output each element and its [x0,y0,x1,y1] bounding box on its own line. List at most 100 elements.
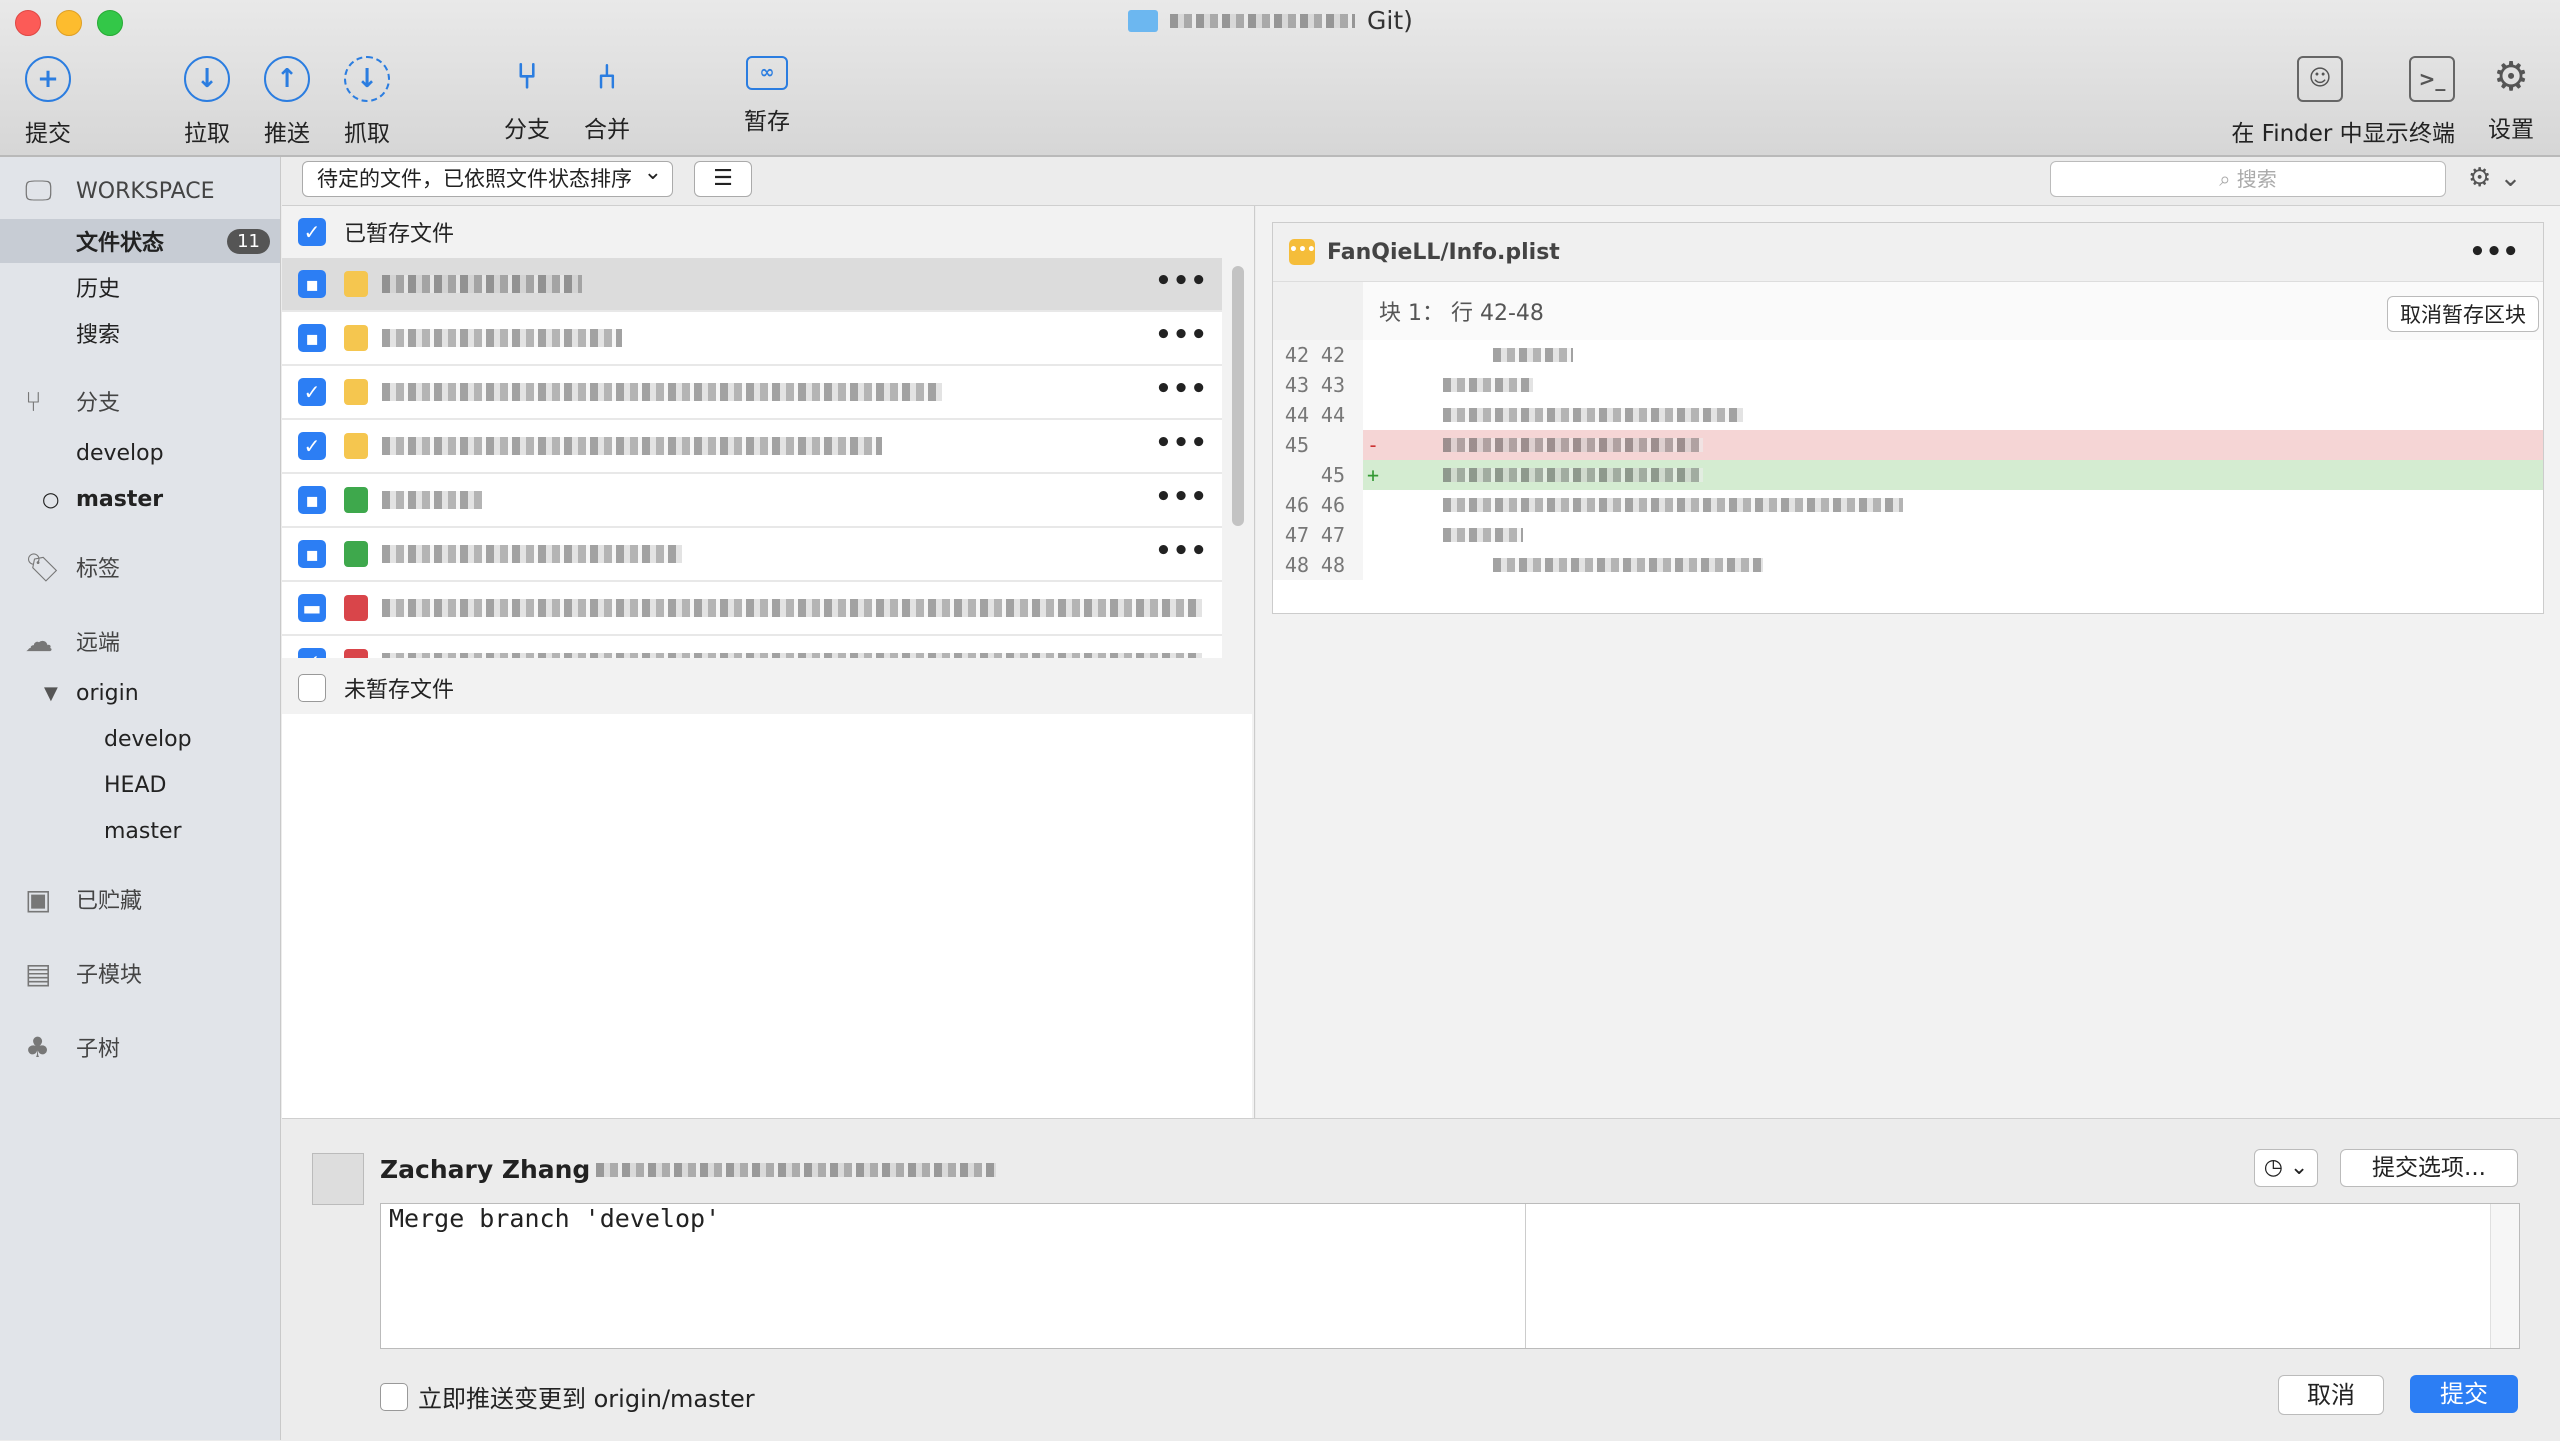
toolbar: Git) + 提交 ↓ 拉取 ↑ 推送 ↓ 抓取 ⑂ 分支 ⑃ 合并 ∞ 暂存 … [0,0,2560,157]
search-input[interactable]: ⌕ 搜索 [2050,161,2446,197]
more-options-button[interactable]: ••• [1155,482,1208,512]
diff-line-removed: 45 - [1273,430,2543,460]
minimize-window-button[interactable] [56,10,82,36]
unstaged-all-checkbox[interactable] [298,674,326,702]
more-options-button[interactable]: ••• [1155,374,1208,404]
more-options-button[interactable]: ••• [1155,536,1208,566]
sidebar-item-history[interactable]: 历史 [0,265,280,309]
disclosure-triangle-icon[interactable]: ▼ [44,683,58,704]
push-immediately-option[interactable]: 立即推送变更到 origin/master [380,1379,755,1414]
sidebar-item-origin-develop[interactable]: develop [0,717,280,761]
commit-panel: Zachary Zhang ◷ ⌄ 提交选项... Merge branch '… [282,1118,2560,1441]
file-list-scrollbar[interactable] [1232,266,1244,526]
stash-button[interactable]: ∞ 暂存 [712,56,822,136]
file-list-pane: ✓ 已暂存文件 ▪ ••• ▪ ••• ✓ ••• ✓ ••• ▪ ••• ▪ … [282,206,1255,1118]
diff-line: 44 44 [1273,400,2543,430]
sidebar-remotes-header[interactable]: ☁ 远端 [0,619,280,663]
diff-line: 48 48 [1273,550,2543,580]
show-in-finder-button[interactable]: ☺ 在 Finder 中显示 [2231,56,2409,148]
sidebar-branches-header[interactable]: ⑂ 分支 [0,379,280,423]
redacted-filename [382,437,882,455]
gear-icon: ⚙ ⌄ [2468,163,2522,193]
commit-submit-button[interactable]: 提交 [2410,1375,2518,1413]
message-scrollbar[interactable] [2490,1204,2519,1348]
file-row[interactable]: ✓ ••• [282,366,1222,420]
staged-all-checkbox[interactable]: ✓ [298,218,326,246]
fetch-button[interactable]: ↓ 抓取 [312,56,422,148]
push-immediately-checkbox[interactable] [380,1382,408,1411]
stash-icon: ▣ [25,882,52,916]
modified-file-icon [344,433,368,459]
merge-icon: ⑃ [596,57,618,97]
file-row[interactable]: ▪ ••• [282,528,1222,582]
more-options-button[interactable]: ••• [1155,320,1208,350]
redacted-filename [382,275,582,293]
sidebar-item-origin-master[interactable]: master [0,809,280,853]
file-checkbox[interactable]: ▪ [298,486,326,514]
file-status-count-badge: 11 [227,228,270,254]
more-options-button[interactable]: ••• [1155,266,1208,296]
stash-icon: ∞ [746,56,788,90]
file-row[interactable]: ▪ ••• [282,258,1222,312]
file-checkbox[interactable]: ▪ [298,270,326,298]
file-checkbox[interactable]: ✓ [298,432,326,460]
sidebar-item-file-status[interactable]: 文件状态 11 [0,219,280,263]
sidebar-item-branch-develop[interactable]: develop [0,431,280,475]
finder-icon: ☺ [2297,56,2343,102]
file-checkbox[interactable]: ▬ [298,594,326,622]
diff-settings-button[interactable]: ⚙ ⌄ [2468,161,2538,195]
sidebar-item-origin-head[interactable]: HEAD [0,763,280,807]
redacted-filename [382,329,622,347]
modified-file-icon: ••• [1289,239,1316,265]
added-file-icon [344,487,368,513]
file-row[interactable]: ▪ ••• [282,474,1222,528]
sidebar-item-search[interactable]: 搜索 [0,311,280,355]
sidebar-item-remote-origin[interactable]: ▼ origin [0,671,280,715]
file-checkbox[interactable]: ✓ [298,648,326,658]
file-row[interactable]: ✓ [282,636,1222,658]
file-checkbox[interactable]: ✓ [298,378,326,406]
more-options-button[interactable]: ••• [1155,428,1208,458]
redacted-filename [382,653,1202,658]
commit-history-button[interactable]: ◷ ⌄ [2254,1149,2318,1187]
staged-files-header: ✓ 已暂存文件 [282,206,1252,258]
search-icon: ⌕ [2219,167,2231,191]
merge-button[interactable]: ⑃ 合并 [552,56,662,144]
cancel-button[interactable]: 取消 [2278,1375,2384,1415]
file-row[interactable]: ✓ ••• [282,420,1222,474]
deleted-file-icon [344,649,368,658]
diff-line-added: 45 + [1273,460,2543,490]
avatar [312,1153,364,1205]
file-row[interactable]: ▬ [282,582,1222,636]
sidebar-stashes-header[interactable]: ▣ 已贮藏 [0,877,280,921]
window-title: Git) [1128,6,1413,35]
sidebar-submodules-header[interactable]: ▤ 子模块 [0,951,280,995]
commit-author: Zachary Zhang [380,1155,997,1184]
list-view-button[interactable]: ☰ [694,161,752,197]
modified-file-icon [344,379,368,405]
sort-dropdown[interactable]: 待定的文件，已依照文件状态排序 [302,156,673,197]
folder-icon [1128,9,1158,32]
more-options-button[interactable]: ••• [2469,237,2519,267]
file-row[interactable]: ▪ ••• [282,312,1222,366]
redacted-filename [382,383,942,401]
redacted-email [596,1162,997,1177]
staged-file-list: ▪ ••• ▪ ••• ✓ ••• ✓ ••• ▪ ••• ▪ ••• ▬ [282,258,1222,658]
sidebar-item-branch-master[interactable]: ○ master [0,477,280,521]
sidebar-tags-header[interactable]: 🏷 标签 [0,545,280,589]
commit-button[interactable]: + 提交 [0,56,103,148]
settings-button[interactable]: ⚙ 设置 [2456,56,2560,144]
file-checkbox[interactable]: ▪ [298,540,326,568]
commit-options-dropdown[interactable]: 提交选项... [2340,1149,2518,1187]
sidebar: 🖵 WORKSPACE 文件状态 11 历史 搜索 ⑂ 分支 develop ○… [0,157,281,1440]
unstaged-files-header: 未暂存文件 [282,662,1252,714]
sidebar-subtrees-header[interactable]: ♣ 子树 [0,1025,280,1069]
unstage-hunk-button[interactable]: 取消暂存区块 [2387,296,2539,332]
diff-line: 43 43 [1273,370,2543,400]
close-window-button[interactable] [15,10,41,36]
file-checkbox[interactable]: ▪ [298,324,326,352]
window-title-suffix: Git) [1367,6,1413,35]
commit-message-input[interactable]: Merge branch 'develop' [380,1203,2520,1349]
added-file-icon [344,541,368,567]
zoom-window-button[interactable] [97,10,123,36]
